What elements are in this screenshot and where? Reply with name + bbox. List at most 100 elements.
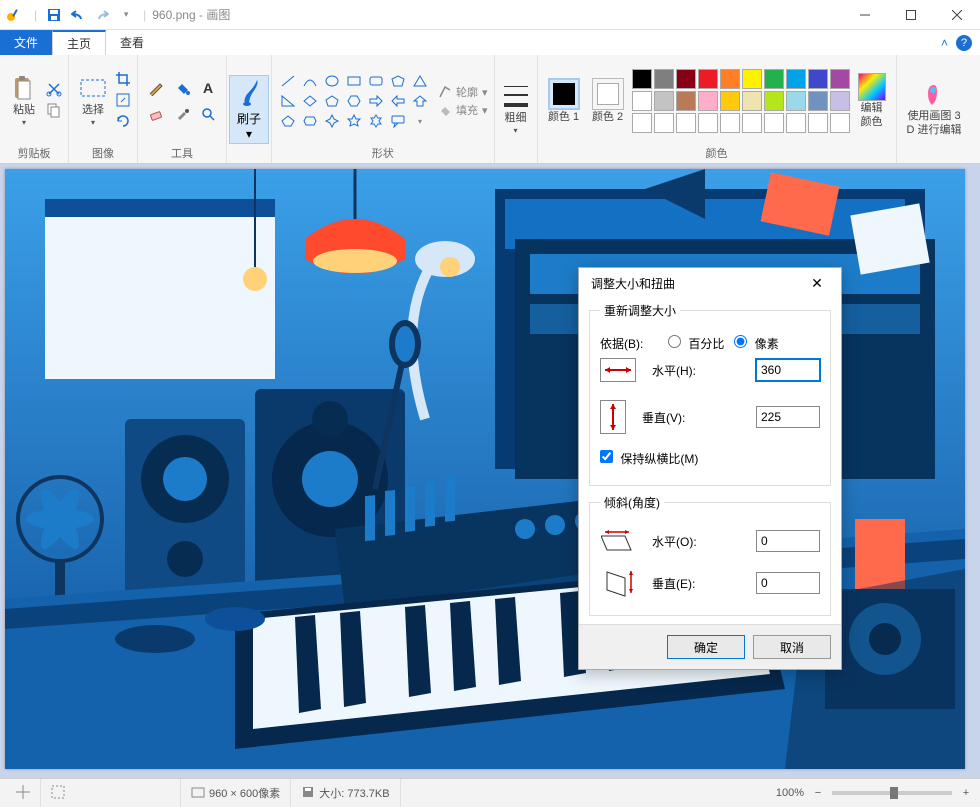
shape-curve[interactable] [300,72,320,90]
zoom-in-button[interactable]: + [958,785,974,801]
cursor-icon [16,785,30,802]
color-swatch[interactable] [632,91,652,111]
shape-star5[interactable] [344,112,364,130]
shape-arrow-left[interactable] [388,92,408,110]
tab-file[interactable]: 文件 [0,30,52,55]
shape-outline-button[interactable]: 轮廓 ▾ [438,84,488,100]
color-swatch[interactable] [698,91,718,111]
shape-more[interactable]: ▾ [410,112,430,130]
maximize-button[interactable] [888,0,934,30]
undo-button[interactable] [67,4,89,26]
color-swatch[interactable] [764,69,784,89]
color-swatch[interactable] [654,69,674,89]
fill-tool[interactable] [170,76,194,100]
shape-diamond[interactable] [300,92,320,110]
color-swatch[interactable] [808,113,828,133]
color-swatch[interactable] [698,69,718,89]
tab-view[interactable]: 查看 [106,30,158,55]
shape-polygon[interactable] [388,72,408,90]
radio-percent[interactable]: 百分比 [668,335,724,352]
color-swatch[interactable] [764,91,784,111]
color-swatch[interactable] [830,113,850,133]
skew-h-input[interactable] [756,530,820,552]
tab-home[interactable]: 主页 [52,30,106,55]
shape-right-triangle[interactable] [278,92,298,110]
color-swatch[interactable] [698,113,718,133]
paint3d-button[interactable]: 使用画图 3 D 进行编辑 [903,79,966,138]
collapse-ribbon-button[interactable]: ˄ [941,36,948,50]
shape-callout[interactable] [388,112,408,130]
color-swatch[interactable] [720,69,740,89]
zoom-slider[interactable] [832,791,952,795]
redo-button[interactable] [91,4,113,26]
color1-button[interactable]: 颜​色 1 [544,76,584,126]
minimize-button[interactable] [842,0,888,30]
color-swatch[interactable] [830,91,850,111]
crop-button[interactable] [115,71,131,90]
paste-button[interactable]: 粘贴 ▾ [6,73,42,129]
eraser-tool[interactable] [144,102,168,126]
rotate-button[interactable] [115,113,131,132]
shape-hexagon[interactable] [344,92,364,110]
skew-v-input[interactable] [756,572,820,594]
color-swatch[interactable] [830,69,850,89]
color-swatch[interactable] [676,69,696,89]
shape-rect[interactable] [344,72,364,90]
shape-pentagon[interactable] [322,92,342,110]
dialog-titlebar[interactable]: 调整大小和扭曲 ✕ [579,268,841,298]
color-swatch[interactable] [676,113,696,133]
color-swatch[interactable] [654,113,674,133]
color-swatch[interactable] [632,69,652,89]
brushes-button[interactable]: 刷​子 ▾ [229,75,269,144]
shape-star6[interactable] [366,112,386,130]
save-button[interactable] [43,4,65,26]
text-tool[interactable]: A [196,76,220,100]
shape-roundrect[interactable] [366,72,386,90]
size-button[interactable]: 粗​细 ▾ [499,81,533,137]
aspect-ratio-checkbox[interactable]: 保持纵横比(M) [600,450,698,467]
shape-star4[interactable] [322,112,342,130]
shape-arrow-up[interactable] [410,92,430,110]
cancel-button[interactable]: 取消 [753,635,831,659]
color-swatch[interactable] [786,113,806,133]
shape-fill-button[interactable]: 填充 ▾ [438,102,488,118]
color-swatch[interactable] [654,91,674,111]
color2-button[interactable]: 颜​色 2 [588,76,628,126]
color-swatch[interactable] [742,113,762,133]
color-swatch[interactable] [676,91,696,111]
color-swatch[interactable] [808,91,828,111]
resize-button[interactable] [115,92,131,111]
zoom-out-button[interactable]: − [810,785,826,801]
color-swatch[interactable] [808,69,828,89]
select-button[interactable]: 选​择 ▾ [75,73,111,129]
shapes-gallery[interactable]: ▾ [278,72,430,130]
help-button[interactable]: ? [956,35,972,51]
cut-button[interactable] [46,81,62,100]
shape-pentagon2[interactable] [278,112,298,130]
shape-triangle[interactable] [410,72,430,90]
radio-pixels[interactable]: 像素 [734,335,778,352]
color-swatch[interactable] [764,113,784,133]
color-swatch[interactable] [742,91,762,111]
pencil-tool[interactable] [144,76,168,100]
shape-arrow-right[interactable] [366,92,386,110]
horizontal-input[interactable] [756,359,820,381]
edit-colors-button[interactable]: 编辑 颜色 [854,71,890,130]
color-swatch[interactable] [720,91,740,111]
dialog-close-button[interactable]: ✕ [801,270,833,296]
color-swatch[interactable] [632,113,652,133]
close-button[interactable] [934,0,980,30]
magnifier-tool[interactable] [196,102,220,126]
color-picker-tool[interactable] [170,102,194,126]
color-swatch[interactable] [786,69,806,89]
shape-line[interactable] [278,72,298,90]
vertical-input[interactable] [756,406,820,428]
shape-hexagon2[interactable] [300,112,320,130]
color-swatch[interactable] [786,91,806,111]
shape-oval[interactable] [322,72,342,90]
qat-customize[interactable]: ▾ [115,4,137,26]
color-swatch[interactable] [720,113,740,133]
color-swatch[interactable] [742,69,762,89]
copy-button[interactable] [46,102,62,121]
ok-button[interactable]: 确定 [667,635,745,659]
